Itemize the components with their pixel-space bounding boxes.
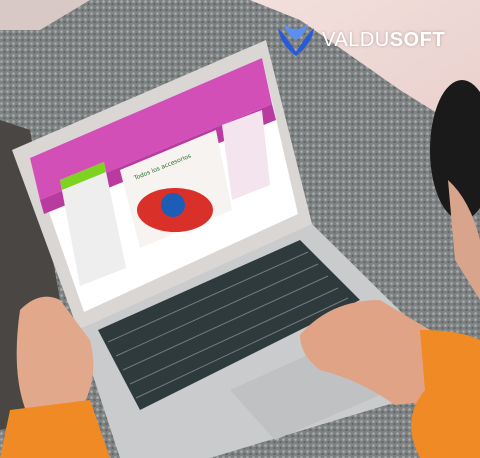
screen-banner-badge [161, 193, 185, 217]
logo-text-bold: SOFT [389, 28, 446, 51]
logo-text-light: VALDU [322, 28, 390, 51]
valdusoft-mark-icon [278, 24, 314, 56]
photo-scene: Todos los accesorios [0, 0, 480, 458]
valdusoft-logo: VALDUSOFT [276, 22, 445, 58]
